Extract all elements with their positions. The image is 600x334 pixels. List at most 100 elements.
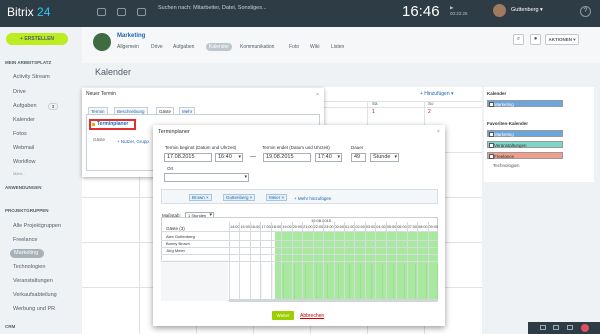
- tab-foto[interactable]: Foto: [289, 44, 299, 50]
- tab-kalender[interactable]: Kalender: [206, 43, 233, 51]
- duration-input[interactable]: 49: [351, 153, 366, 162]
- tab-drive[interactable]: Drive: [151, 44, 163, 50]
- terminplaner-link[interactable]: Terminplaner: [89, 119, 136, 130]
- grid-row-divider: [161, 254, 438, 255]
- add-event-button[interactable]: + Hinzufügen ▾: [420, 91, 454, 97]
- notification-icon[interactable]: [581, 324, 589, 332]
- video-icon[interactable]: [117, 8, 126, 16]
- section-groups[interactable]: PROJEKTGRUPPEN: [5, 208, 49, 213]
- guest-row-name: Alex Guttenberg: [166, 234, 195, 239]
- day-name-so: So: [428, 101, 434, 106]
- hour-label: 14:00: [230, 225, 240, 229]
- hour-label: 15:00: [240, 225, 250, 229]
- begin-date-input[interactable]: 17.08.2015: [164, 153, 212, 162]
- sidebar-item-webmail[interactable]: Webmail: [13, 145, 34, 151]
- tab-kommunikation[interactable]: Kommunikation: [240, 44, 274, 50]
- settings-icon[interactable]: ●: [530, 34, 541, 45]
- close-icon[interactable]: ×: [316, 92, 319, 98]
- actions-button[interactable]: AKTIONEN ▾: [545, 34, 579, 45]
- chat-icon[interactable]: [540, 325, 546, 330]
- search-input[interactable]: Suchen nach: Mitarbeiter, Datei, Sonstig…: [158, 5, 267, 11]
- fav-item-technologien[interactable]: Technologien: [493, 163, 520, 168]
- section-work[interactable]: MEIN ARBEITSPLATZ: [5, 60, 51, 65]
- grid-row-divider: [161, 247, 438, 248]
- guest-chip[interactable]: Meier ×: [266, 194, 288, 201]
- user-menu[interactable]: Guttenberg ▾: [511, 7, 543, 13]
- location-select[interactable]: [164, 173, 249, 182]
- cancel-link[interactable]: Abbrechen: [300, 313, 324, 319]
- guest-chip[interactable]: Guttenberg ×: [223, 194, 256, 201]
- tab-wiki[interactable]: Wiki: [310, 44, 319, 50]
- guests-label: Gäste: [93, 137, 106, 142]
- tab-aufgaben[interactable]: Aufgaben: [173, 44, 194, 50]
- sidebar-item-veranstaltungen[interactable]: Veranstaltungen: [13, 278, 53, 284]
- clock[interactable]: 16:46: [402, 3, 440, 20]
- section-crm[interactable]: CRM: [5, 324, 15, 329]
- sidebar-item-marketing[interactable]: Marketing: [10, 249, 44, 258]
- day-num-1[interactable]: 1: [372, 109, 375, 115]
- location-label: Ort: [167, 166, 174, 171]
- tab-allgemein[interactable]: Allgemein: [117, 44, 139, 50]
- hour-label: 09:00: [428, 225, 439, 229]
- fav-item-marketing[interactable]: Marketing: [487, 130, 563, 137]
- sidebar-item-activity[interactable]: Activity Stream: [13, 74, 50, 80]
- chat-icon[interactable]: [97, 8, 106, 16]
- fav-item-freelance[interactable]: Freelance: [487, 152, 563, 159]
- grid-scrollbar[interactable]: [229, 299, 438, 302]
- sidebar-item-drive[interactable]: Drive: [13, 89, 26, 95]
- guest-chip[interactable]: Brown ×: [189, 194, 212, 201]
- search-icon[interactable]: ⌕: [513, 34, 524, 45]
- sidebar-item-technologien[interactable]: Technologien: [13, 264, 45, 270]
- hour-label: 01:00: [344, 225, 355, 229]
- notifications-icon[interactable]: [137, 8, 146, 16]
- sidebar-item-tasks[interactable]: Aufgaben: [13, 103, 37, 109]
- grid-date: 19.08.2015: [311, 218, 332, 223]
- dialog-title: Neuer Termin: [86, 91, 116, 97]
- group-avatar[interactable]: [93, 33, 111, 51]
- close-icon[interactable]: ×: [437, 129, 440, 135]
- sidebar-more[interactable]: Mehr...: [13, 171, 25, 176]
- grid-row-divider: [161, 231, 438, 232]
- sidebar-item-photos[interactable]: Fotos: [13, 131, 27, 137]
- help-icon[interactable]: ?: [580, 6, 591, 17]
- begin-time-select[interactable]: 16:40: [215, 153, 243, 162]
- add-more-guests-link[interactable]: + Mehr hinzufügen: [294, 196, 331, 201]
- sidebar-item-workflow[interactable]: Workflow: [13, 159, 36, 165]
- sidebar-item-calendar[interactable]: Kalender: [13, 117, 35, 123]
- add-button[interactable]: + ERSTELLEN: [6, 33, 68, 45]
- continue-button[interactable]: Weiter: [272, 311, 294, 320]
- sidebar-item-freelance[interactable]: Freelance: [13, 237, 37, 243]
- tab-termin[interactable]: Termin: [88, 107, 108, 114]
- tab-gaeste[interactable]: Gäste: [156, 107, 175, 114]
- tab-beschreibung[interactable]: Beschreibung: [114, 107, 148, 114]
- logo[interactable]: Bitrix 24: [7, 5, 50, 19]
- duration-unit-select[interactable]: Stunde: [370, 153, 399, 162]
- hour-label: 19:00: [282, 225, 292, 229]
- group-name[interactable]: Marketing: [117, 33, 145, 39]
- calendar-item-marketing[interactable]: Marketing: [487, 100, 563, 107]
- sidebar-item-werbung[interactable]: Werbung und PR: [13, 306, 55, 312]
- range-dash: —: [250, 154, 256, 160]
- end-date-input[interactable]: 19.08.2015: [263, 153, 311, 162]
- hour-label: 23:00: [324, 225, 334, 229]
- grid-left-shade: [161, 260, 228, 301]
- add-users-link[interactable]: + Nutzer, Grupp: [117, 139, 149, 144]
- fav-item-veranstaltungen[interactable]: Veranstaltungen: [487, 141, 563, 148]
- day-name-sa: Sa: [372, 101, 378, 106]
- hour-label: 18:00: [271, 225, 282, 229]
- tab-listen[interactable]: Listen: [331, 44, 344, 50]
- hour-label: 00:00: [334, 225, 345, 229]
- sidebar-item-all-groups[interactable]: Alle Projektgruppen: [13, 223, 61, 229]
- section-apps[interactable]: ANWENDUNGEN: [5, 185, 42, 190]
- sidebar-item-verkauf[interactable]: Verkaufsabteilung: [13, 292, 57, 298]
- tab-mehr[interactable]: Mehr: [179, 107, 196, 114]
- hour-label: 03:00: [365, 225, 376, 229]
- message-icon[interactable]: [567, 325, 573, 330]
- guest-row-name: Bonny Brown: [166, 241, 190, 246]
- day-num-2[interactable]: 2: [428, 109, 431, 115]
- phone-icon[interactable]: [553, 325, 559, 330]
- hour-label: 02:00: [355, 225, 365, 229]
- end-time-select[interactable]: 17:40: [315, 153, 342, 162]
- avatar[interactable]: [493, 4, 506, 17]
- planner-title: Terminplaner: [158, 129, 190, 135]
